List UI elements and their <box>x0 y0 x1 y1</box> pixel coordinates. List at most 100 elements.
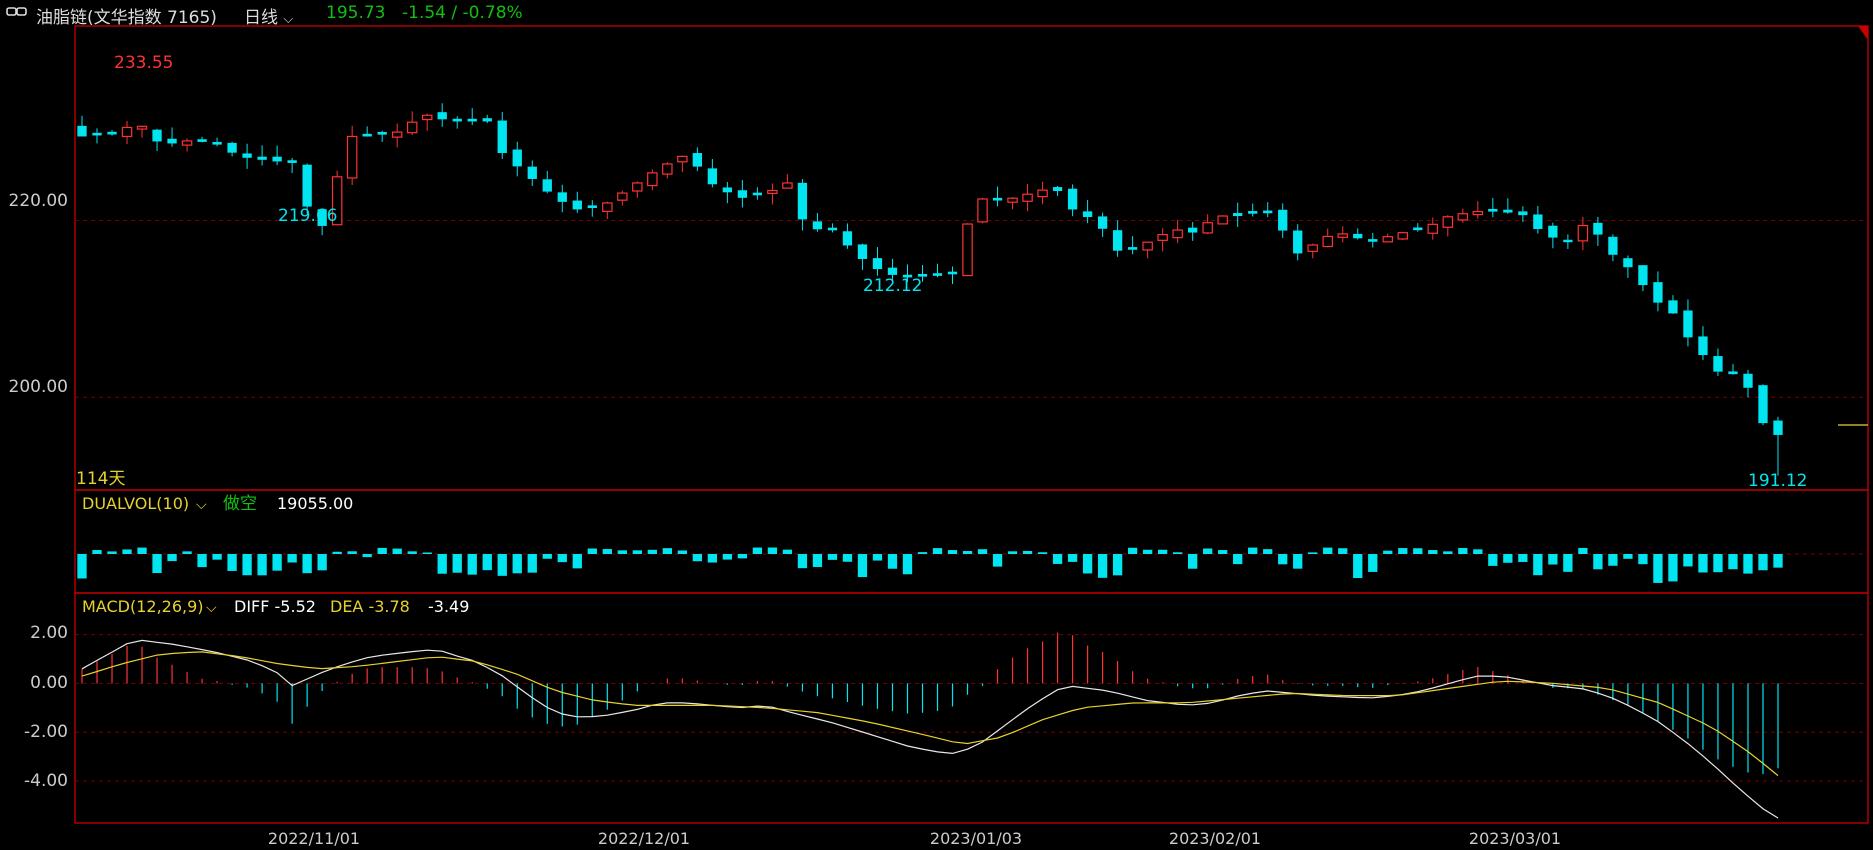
dualvol-bar <box>152 554 162 574</box>
candle-body <box>1743 373 1753 388</box>
dualvol-bar <box>1608 554 1618 566</box>
dualvol-bar <box>692 554 703 562</box>
candle-body <box>692 153 703 167</box>
dualvol-bar <box>377 547 387 554</box>
candle-body <box>1142 241 1153 251</box>
candle-body <box>136 125 148 130</box>
dualvol-bar <box>587 548 597 554</box>
candle-body <box>497 120 507 153</box>
dualvol-bar <box>437 554 447 574</box>
candle-body <box>346 135 358 179</box>
candle-body <box>482 118 492 122</box>
dualvol-bar <box>677 550 688 554</box>
dualvol-bar <box>1308 552 1318 554</box>
dualvol-bar <box>1488 554 1498 566</box>
candle-body <box>722 187 733 193</box>
candle-body <box>587 205 597 209</box>
dualvol-bar <box>212 554 222 560</box>
candle-body <box>617 192 628 201</box>
candle-body <box>227 142 237 153</box>
dualvol-bar <box>242 554 252 576</box>
dualvol-bar <box>122 549 132 554</box>
candle-body <box>1037 189 1048 198</box>
candle-body <box>572 200 582 210</box>
candle-body <box>1233 213 1243 217</box>
dualvol-bar <box>1653 554 1663 583</box>
candle-body <box>1217 215 1228 225</box>
candle-body <box>1368 239 1378 242</box>
candle-body <box>1293 230 1303 254</box>
dualvol-bar <box>1037 552 1048 554</box>
days-count-label: 114天 <box>76 469 125 489</box>
candle-body <box>212 141 222 145</box>
dualvol-bar <box>272 554 282 571</box>
dualvol-bar <box>527 554 537 573</box>
dualvol-bar <box>872 554 883 561</box>
dualvol-bar <box>1518 554 1528 562</box>
candle-body <box>1457 213 1469 221</box>
dualvol-bar <box>1112 554 1123 576</box>
dualvol-bar <box>467 554 477 575</box>
dualvol-bar <box>707 554 718 563</box>
dualvol-bar <box>497 554 507 576</box>
candle-body <box>1112 230 1123 251</box>
candle-body <box>932 273 943 276</box>
candle-body <box>1472 211 1484 216</box>
dualvol-bar <box>1157 549 1168 554</box>
candle-body <box>812 221 823 230</box>
dualvol-bar <box>752 547 763 554</box>
dualvol-bar <box>452 554 462 573</box>
dualvol-bar <box>1082 554 1093 574</box>
dualvol-bars <box>75 547 1868 583</box>
dualvol-bar <box>1563 554 1573 572</box>
candle-body <box>647 172 658 187</box>
dualvol-bar <box>947 550 958 554</box>
y-axis-labels: 220.00 200.00 2.00 0.00 -2.00 -4.00 <box>9 191 68 791</box>
dualvol-bar <box>1097 554 1108 578</box>
candle-body <box>662 163 673 175</box>
candle-body <box>1773 420 1783 435</box>
chevron-down-icon[interactable]: ⌵ <box>196 497 207 513</box>
candle-body <box>947 271 958 275</box>
dualvol-bar <box>887 554 898 569</box>
dualvol-bar <box>1052 554 1063 564</box>
candle-body <box>707 168 718 185</box>
dualvol-bar <box>1368 554 1378 572</box>
kline-chart[interactable]: 220.00 200.00 2.00 0.00 -2.00 -4.00 233.… <box>0 0 1873 850</box>
dualvol-bar <box>1428 550 1438 554</box>
dualvol-bar <box>107 551 117 554</box>
candle-body <box>1442 216 1454 228</box>
chevron-down-icon[interactable]: ⌵ <box>206 600 217 616</box>
dualvol-bar <box>407 551 417 554</box>
dualvol-bar <box>1142 549 1153 554</box>
dualvol-bar <box>1278 554 1288 565</box>
candle-body <box>1623 258 1633 268</box>
dualvol-indicator-name[interactable]: DUALVOL(10) <box>82 494 189 513</box>
dualvol-bar <box>1533 554 1543 576</box>
macd-indicator-name[interactable]: MACD(12,26,9) <box>82 597 204 616</box>
candle-body <box>107 131 117 135</box>
candle-body <box>362 133 372 137</box>
macd-dea-label: DEA -3.78 <box>330 597 410 616</box>
candle-body <box>1322 235 1333 248</box>
candle-body <box>1007 197 1018 203</box>
candle-body <box>152 129 162 142</box>
dualvol-bar <box>1398 548 1408 554</box>
x-axis-label: 2022/12/01 <box>598 829 690 848</box>
dualvol-signal: 做空 <box>223 494 257 514</box>
dualvol-bar <box>722 554 733 560</box>
x-axis-label: 2022/11/01 <box>268 829 360 848</box>
dualvol-bar <box>737 554 748 559</box>
candlestick-series <box>77 103 1783 476</box>
dualvol-bar <box>1007 551 1018 554</box>
candle-body <box>452 118 462 122</box>
candle-body <box>1067 188 1078 210</box>
candle-body <box>167 138 177 144</box>
dualvol-bar <box>542 554 552 559</box>
dualvol-bar <box>182 551 192 554</box>
dualvol-bar <box>1758 554 1768 571</box>
candle-body <box>1758 385 1768 424</box>
dualvol-bar <box>632 550 642 554</box>
dualvol-bar <box>1593 554 1603 570</box>
dualvol-bar <box>962 551 973 554</box>
